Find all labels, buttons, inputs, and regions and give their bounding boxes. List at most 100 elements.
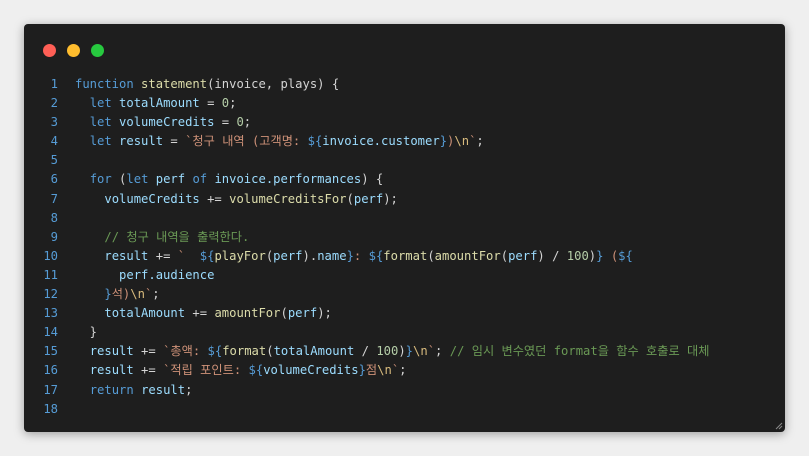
line-number: 1	[50, 77, 58, 91]
code-text: totalAmount += amountFor(perf);	[75, 304, 332, 323]
code-token-comment: // 임시 변수였던 format을 함수 호출로 대체	[449, 344, 710, 359]
code-token-plain: (	[346, 191, 354, 206]
code-token-function: playFor	[214, 248, 266, 263]
code-token-plain: ).	[302, 248, 318, 263]
code-token-variable: perf	[353, 191, 384, 206]
code-token-keyword: let	[89, 115, 120, 130]
line-number: 18	[43, 401, 58, 416]
code-token-variable: perf	[287, 306, 318, 321]
code-token-string: `	[427, 344, 436, 359]
code-token-interp: }	[405, 344, 414, 359]
code-token-variable: volumeCredits	[104, 191, 200, 206]
code-line: 15 result += `총액: ${format(totalAmount /…	[24, 342, 785, 361]
close-dot-icon[interactable]	[43, 44, 56, 57]
code-token-plain: +=	[185, 306, 215, 321]
code-line: 17 return result;	[24, 381, 785, 400]
code-token-plain: }	[75, 325, 98, 340]
code-token-interp: }	[104, 287, 112, 302]
code-token-variable: perf	[273, 248, 303, 263]
line-number: 6	[50, 172, 58, 187]
code-text: }석)\n`;	[75, 285, 159, 304]
code-token-plain: /	[354, 344, 377, 359]
code-token-plain: (	[427, 248, 435, 263]
code-token-keyword: return	[89, 382, 142, 397]
code-token-string: `총액:	[163, 344, 208, 359]
code-token-string: `	[177, 248, 200, 263]
code-token-escape: \n	[413, 344, 428, 359]
code-token-plain: ;	[435, 344, 450, 359]
code-line: 6 for (let perf of invoice.performances)…	[24, 170, 785, 189]
code-token-plain: (	[280, 306, 288, 321]
code-token-interp: ${	[307, 134, 323, 149]
code-text: let result = `청구 내역 (고객명: ${invoice.cust…	[75, 132, 484, 151]
code-token-keyword: let	[89, 96, 120, 111]
code-token-plain: (	[266, 344, 274, 359]
line-number: 7	[50, 191, 58, 206]
code-token-plain: (invoice, plays) {	[207, 77, 340, 91]
code-token-keyword: let	[126, 172, 156, 187]
line-number: 8	[50, 210, 58, 225]
code-token-function: statement	[141, 77, 208, 91]
code-line: 7 volumeCredits += volumeCreditsFor(perf…	[24, 190, 785, 209]
code-line: 16 result += `적립 포인트: ${volumeCredits}점\…	[24, 361, 785, 380]
code-token-variable: name	[317, 248, 347, 263]
code-block[interactable]: 1 function statement(invoice, plays) {2 l…	[24, 75, 785, 419]
code-token-number: 100	[376, 344, 399, 359]
code-token-variable: volumeCredits	[119, 115, 215, 130]
code-line: 9 // 청구 내역을 출력한다.	[24, 228, 785, 247]
code-token-variable: invoice.performances	[214, 172, 362, 187]
code-line: 5	[24, 151, 785, 170]
code-token-escape: \n	[130, 287, 145, 302]
code-text: for (let perf of invoice.performances) {	[75, 170, 384, 189]
line-number: 11	[43, 267, 58, 282]
code-text: result += ` ${playFor(perf).name}: ${for…	[75, 247, 633, 266]
maximize-dot-icon[interactable]	[91, 44, 104, 57]
code-token-plain: ;	[229, 96, 237, 111]
code-token-plain: +=	[199, 191, 230, 206]
code-token-interp: ${	[618, 248, 633, 263]
code-line: 2 let totalAmount = 0;	[24, 94, 785, 113]
code-token-variable: perf	[155, 172, 193, 187]
code-line: 8	[24, 209, 785, 228]
code-token-variable: volumeCredits	[263, 363, 359, 378]
code-token-plain: ) {	[361, 172, 384, 187]
code-token-interp: ${	[248, 363, 264, 378]
code-token-variable: totalAmount	[119, 96, 200, 111]
line-number: 12	[43, 287, 58, 302]
code-line: 1 function statement(invoice, plays) {	[24, 75, 785, 94]
minimize-dot-icon[interactable]	[67, 44, 80, 57]
code-token-keyword: of	[192, 172, 215, 187]
code-line: 13 totalAmount += amountFor(perf);	[24, 304, 785, 323]
code-token-variable: perf	[508, 248, 538, 263]
line-number: 3	[50, 115, 58, 130]
code-text: volumeCredits += volumeCreditsFor(perf);	[75, 190, 398, 209]
code-token-function: amountFor	[434, 248, 501, 263]
code-token-number: 0	[236, 115, 244, 130]
code-token-function: volumeCreditsFor	[229, 191, 347, 206]
code-token-interp: }	[346, 248, 354, 263]
code-line: 18	[24, 400, 785, 419]
code-token-function: amountFor	[214, 306, 281, 321]
code-line: 14 }	[24, 323, 785, 342]
code-token-plain: (	[500, 248, 509, 263]
code-token-interp: ${	[207, 344, 223, 359]
code-token-variable: result	[89, 344, 134, 359]
code-text: let volumeCredits = 0;	[75, 113, 251, 132]
code-text: }	[75, 323, 97, 342]
code-text: return result;	[75, 381, 193, 400]
code-window: 1 function statement(invoice, plays) {2 l…	[24, 24, 785, 432]
code-token-plain: )	[398, 344, 406, 359]
code-token-variable: totalAmount	[104, 306, 186, 321]
code-text: perf.audience	[75, 266, 214, 285]
resize-handle-icon[interactable]	[775, 422, 783, 430]
code-text: result += `적립 포인트: ${volumeCredits}점\n`;	[75, 361, 407, 380]
